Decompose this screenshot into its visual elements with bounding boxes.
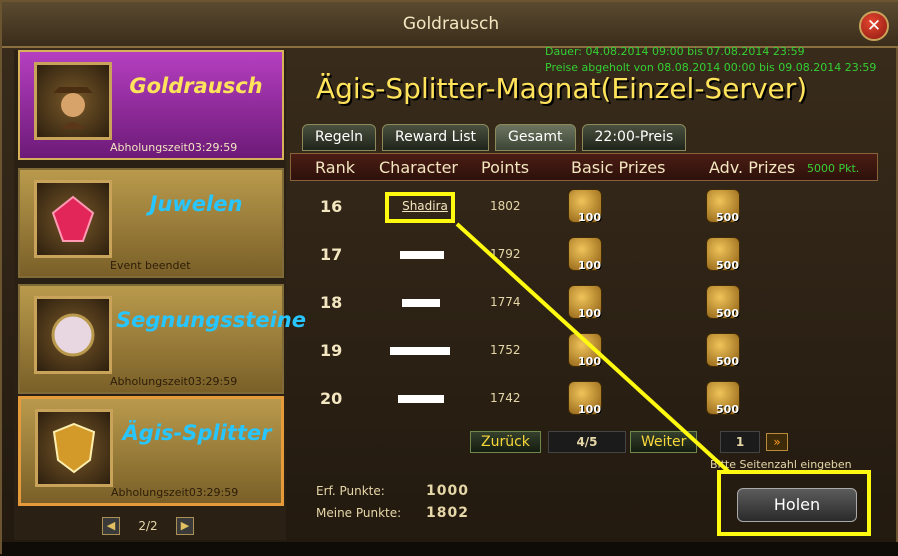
weiter-button[interactable]: Weiter [630,431,698,453]
basic-prize-chest-icon[interactable]: 100 [568,285,602,320]
adv-prize-chest-icon[interactable]: 500 [706,237,740,272]
event-card-aegis-splitter[interactable]: Ägis-Splitter Abholungszeit03:29:59 [18,396,284,506]
cowboy-portrait-icon [34,62,112,140]
event-card-juwelen[interactable]: Juwelen Event beendet [18,168,284,278]
row-character-redacted [402,299,440,307]
basic-prize-chest-icon[interactable]: 100 [568,381,602,416]
table-row: 17 1792 100 500 [290,231,878,279]
tab-reward-list[interactable]: Reward List [381,124,490,151]
header-points: Points [481,158,530,177]
title-bar: Goldrausch ✕ [2,2,898,48]
required-points-label: Erf. Punkte: [316,484,385,498]
basic-prize-chest-icon[interactable]: 100 [568,333,602,368]
row-points: 1774 [490,295,521,309]
header-basic-prizes: Basic Prizes [571,158,666,177]
event-card-goldrausch[interactable]: Goldrausch Abholungszeit03:29:59 [18,50,284,160]
event-card-name: Segnungssteine [116,308,306,332]
ranking-table-header: Rank Character Points Basic Prizes Adv. … [290,153,878,181]
row-points: 1742 [490,391,521,405]
page-number-input[interactable]: 1 [720,431,760,453]
close-button[interactable]: ✕ [859,11,889,41]
event-window: Goldrausch ✕ Goldrausch Abholungszeit03:… [0,0,898,556]
gem-icon [34,180,112,258]
event-card-name: Ägis-Splitter [122,421,272,445]
my-points-label: Meine Punkte: [316,506,402,520]
tab-regeln[interactable]: Regeln [302,124,376,151]
event-card-name: Goldrausch [129,74,263,98]
row-rank: 19 [320,341,343,360]
header-character: Character [379,158,458,177]
row-rank: 17 [320,245,343,264]
table-row: 16 Shadira 1802 100 500 [290,183,878,231]
event-title: Ägis-Splitter-Magnat(Einzel-Server) [316,72,808,105]
header-rank: Rank [315,158,355,177]
zurueck-button[interactable]: Zurück [470,431,541,453]
my-points-value: 1802 [426,505,469,521]
table-row: 18 1774 100 500 [290,279,878,327]
adv-prize-chest-icon[interactable]: 500 [706,381,740,416]
sidebar-pager: ◀ 2/2 ▶ [102,517,194,535]
points-summary: Erf. Punkte: 1000 Meine Punkte: 1802 [316,480,469,524]
header-adv-prizes: Adv. Prizes [709,158,796,177]
event-card-segnungssteine[interactable]: Segnungssteine Abholungszeit03:29:59 [18,284,306,394]
tab-gesamt[interactable]: Gesamt [495,124,576,151]
shield-icon [35,409,113,487]
shadira-highlight-box [385,192,455,223]
row-character-redacted [400,251,444,259]
tab-bar: Regeln Reward List Gesamt 22:00-Preis [302,124,687,151]
window-title: Goldrausch [402,14,500,34]
event-detail-panel: Dauer: 04.08.2014 09:00 bis 07.08.2014 2… [290,45,890,545]
row-character-redacted [390,347,450,355]
holen-highlight-box: Holen [717,470,871,536]
event-card-sub: Abholungszeit03:29:59 [110,141,238,154]
adv-prize-chest-icon[interactable]: 500 [706,189,740,224]
sidebar-page-label: 2/2 [138,519,158,533]
event-card-name: Juwelen [149,192,243,216]
table-row: 19 1752 100 500 [290,327,878,375]
table-row: 20 1742 100 500 [290,375,878,423]
row-character-redacted [398,395,444,403]
basic-prize-chest-icon[interactable]: 100 [568,237,602,272]
row-points: 1792 [490,247,521,261]
pearl-icon [34,296,112,374]
event-duration: Dauer: 04.08.2014 09:00 bis 07.08.2014 2… [545,45,805,58]
holen-button[interactable]: Holen [737,488,857,522]
go-to-page-button[interactable]: » [766,433,788,451]
basic-prize-chest-icon[interactable]: 100 [568,189,602,224]
header-adv-threshold: 5000 Pkt. [807,162,860,175]
event-list-panel: Goldrausch Abholungszeit03:29:59 Juwelen… [14,50,306,540]
required-points-value: 1000 [426,483,469,499]
sidebar-next-button[interactable]: ▶ [176,517,194,535]
ranking-table: 16 Shadira 1802 100 500 17 1792 100 500 … [290,183,878,425]
event-card-sub: Abholungszeit03:29:59 [111,486,239,499]
adv-prize-chest-icon[interactable]: 500 [706,285,740,320]
row-rank: 16 [320,197,343,216]
row-rank: 20 [320,389,343,408]
sidebar-prev-button[interactable]: ◀ [102,517,120,535]
row-rank: 18 [320,293,343,312]
row-points: 1752 [490,343,521,357]
row-points: 1802 [490,199,521,213]
event-card-sub: Abholungszeit03:29:59 [110,375,238,388]
event-card-sub: Event beendet [110,259,191,272]
tab-22-preis[interactable]: 22:00-Preis [581,124,687,151]
page-indicator: 4/5 [548,431,626,453]
adv-prize-chest-icon[interactable]: 500 [706,333,740,368]
